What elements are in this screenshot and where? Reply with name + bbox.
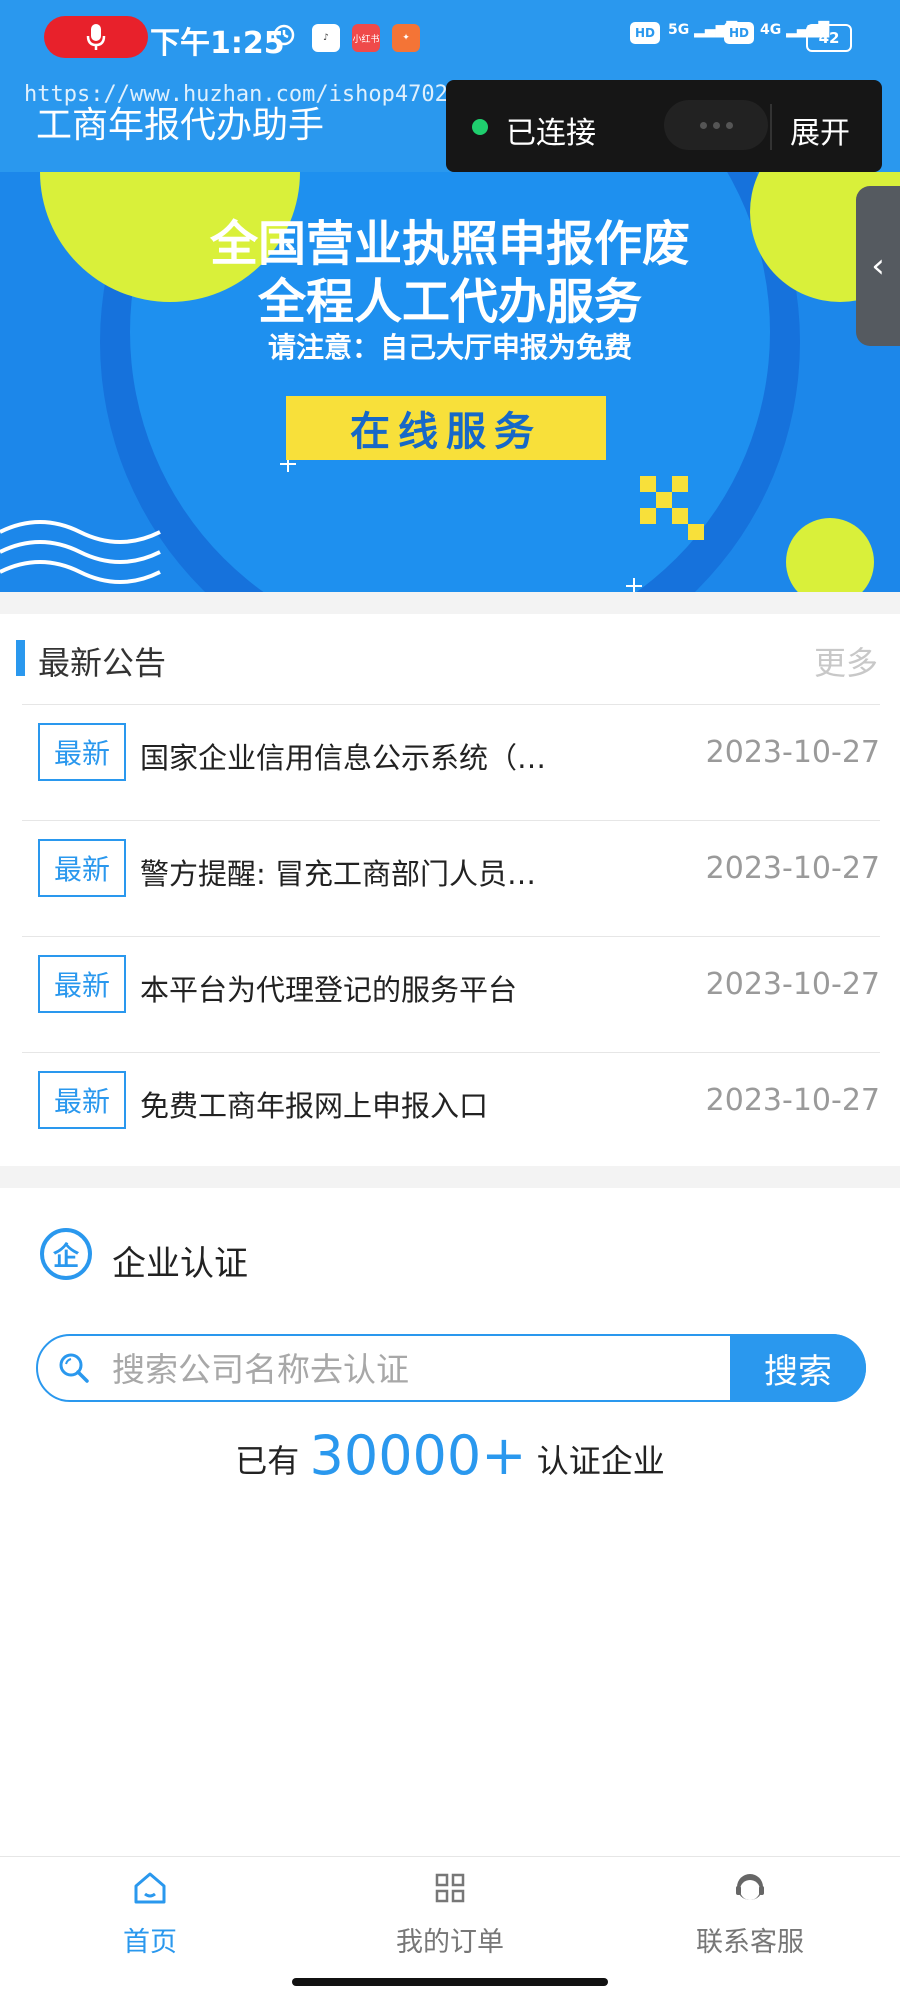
section-accent-bar bbox=[16, 640, 25, 676]
notice-item[interactable]: 最新 警方提醒: 冒充工商部门人员… 2023-10-27 bbox=[22, 820, 880, 936]
nav-my-orders[interactable]: 我的订单 bbox=[350, 1868, 550, 1959]
more-link[interactable]: 更多 bbox=[814, 638, 878, 684]
new-badge: 最新 bbox=[38, 1071, 126, 1129]
home-indicator[interactable] bbox=[292, 1978, 608, 1986]
notice-section-title: 最新公告 bbox=[38, 644, 167, 682]
battery-icon: 42 bbox=[806, 24, 852, 52]
notice-date: 2023-10-27 bbox=[705, 1083, 880, 1118]
connected-status-dot bbox=[472, 119, 488, 135]
new-badge: 最新 bbox=[38, 723, 126, 781]
new-badge: 最新 bbox=[38, 955, 126, 1013]
nav-label: 联系客服 bbox=[696, 1927, 804, 1958]
notice-title: 警方提醒: 冒充工商部门人员… bbox=[140, 857, 536, 891]
network-type-label: 4G bbox=[760, 22, 782, 38]
more-options-icon[interactable] bbox=[664, 100, 768, 150]
banner-subheadline: 全程人工代办服务 bbox=[257, 274, 642, 330]
banner-note: 请注意：自己大厅申报为免费 bbox=[267, 331, 632, 364]
search-button[interactable]: 搜索 bbox=[730, 1334, 866, 1402]
nav-home[interactable]: 首页 bbox=[50, 1868, 250, 1959]
hd-badge: HD bbox=[630, 22, 661, 44]
certification-title: 企业认证 bbox=[112, 1244, 248, 1284]
network-type-label: 5G bbox=[668, 22, 690, 38]
notice-date: 2023-10-27 bbox=[705, 967, 880, 1002]
hd-badge: HD bbox=[724, 22, 755, 44]
music-app-icon: ♪ bbox=[312, 24, 340, 52]
watermark-text: https://www.huzhan.com/ishop47020 bbox=[24, 82, 462, 107]
nav-label: 我的订单 bbox=[396, 1927, 504, 1958]
nav-label: 首页 bbox=[123, 1927, 177, 1958]
mic-recording-indicator[interactable] bbox=[44, 16, 148, 58]
section-divider bbox=[0, 592, 900, 614]
alarm-icon bbox=[270, 20, 298, 48]
status-time: 下午1:25 bbox=[150, 26, 285, 61]
divider bbox=[770, 104, 772, 150]
grid-icon bbox=[435, 1873, 465, 1903]
notice-title: 本平台为代理登记的服务平台 bbox=[140, 973, 518, 1007]
connection-status: 已连接 bbox=[506, 116, 596, 151]
nav-contact-service[interactable]: 联系客服 bbox=[650, 1868, 850, 1959]
notice-title: 国家企业信用信息公示系统（… bbox=[140, 741, 547, 775]
microphone-icon bbox=[86, 24, 106, 50]
chevron-left-icon: ‹ bbox=[871, 246, 885, 286]
customer-service-icon bbox=[736, 1874, 764, 1900]
notice-title: 免费工商年报网上申报入口 bbox=[140, 1089, 489, 1123]
notice-item[interactable]: 最新 本平台为代理登记的服务平台 2023-10-27 bbox=[22, 936, 880, 1052]
search-icon bbox=[59, 1353, 89, 1383]
home-icon bbox=[134, 1872, 166, 1904]
count-prefix: 已有 bbox=[235, 1442, 300, 1480]
section-divider bbox=[0, 1166, 900, 1188]
notice-date: 2023-10-27 bbox=[705, 735, 880, 770]
count-suffix: 认证企业 bbox=[536, 1442, 665, 1480]
enterprise-icon: 企 bbox=[40, 1228, 92, 1280]
online-service-button[interactable]: 在线服务 bbox=[286, 396, 606, 460]
company-search-input[interactable] bbox=[110, 1340, 714, 1398]
side-drawer-handle[interactable]: ‹ bbox=[856, 186, 900, 346]
certified-count-line: 已有 30000+ 认证企业 bbox=[0, 1424, 900, 1487]
xiaohongshu-app-icon: 小红书 bbox=[352, 24, 380, 52]
new-badge: 最新 bbox=[38, 839, 126, 897]
sports-app-icon: ✦ bbox=[392, 24, 420, 52]
notice-date: 2023-10-27 bbox=[705, 851, 880, 886]
notice-item[interactable]: 最新 免费工商年报网上申报入口 2023-10-27 bbox=[22, 1052, 880, 1168]
certified-count: 30000+ bbox=[309, 1424, 527, 1487]
notice-item[interactable]: 最新 国家企业信用信息公示系统（… 2023-10-27 bbox=[22, 704, 880, 820]
expand-button[interactable]: 展开 bbox=[790, 108, 850, 152]
